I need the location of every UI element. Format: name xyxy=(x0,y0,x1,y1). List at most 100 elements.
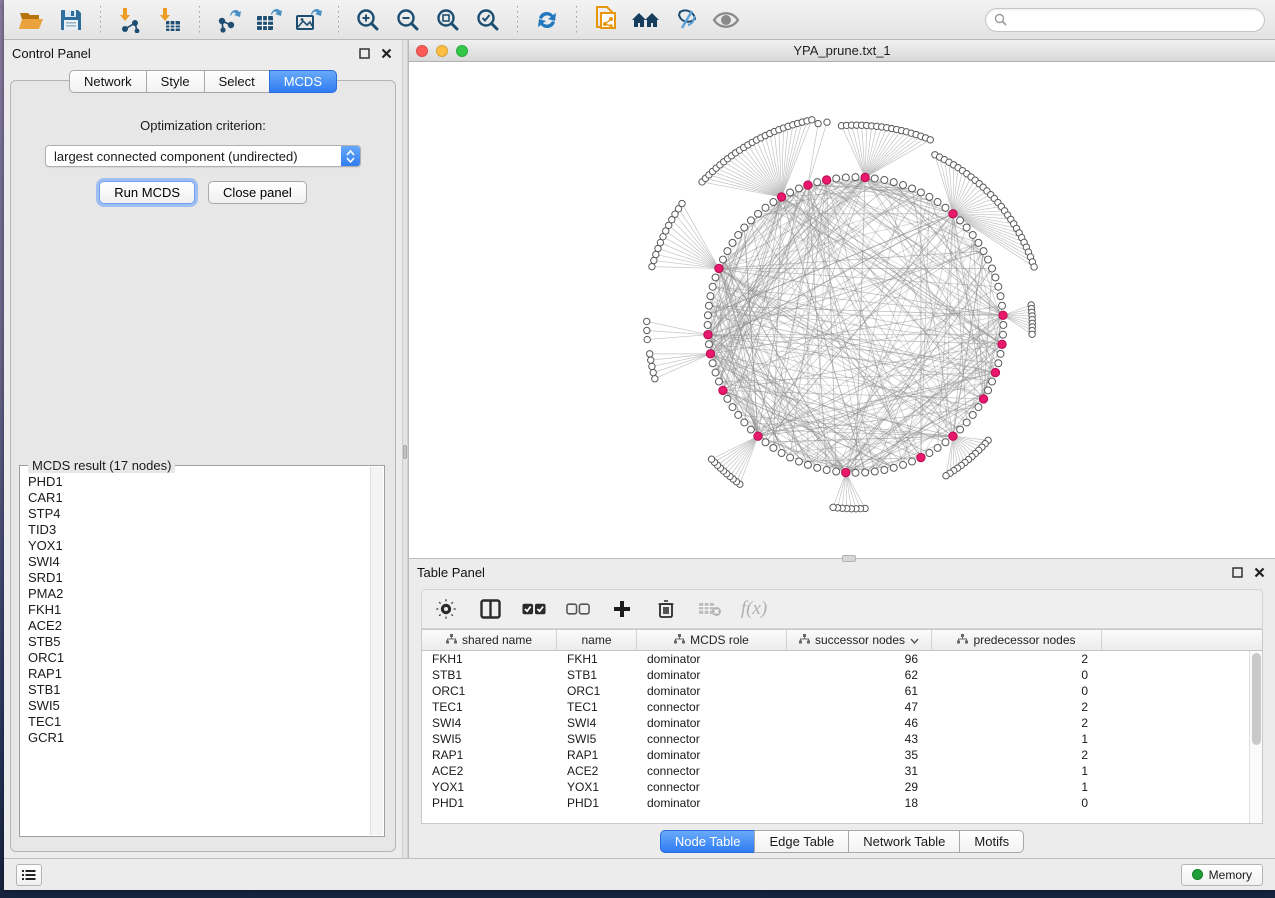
go-home-icon[interactable] xyxy=(629,5,663,35)
horizontal-splitter-grip[interactable] xyxy=(842,555,856,562)
export-table-icon[interactable] xyxy=(252,5,286,35)
network-window-title: YPA_prune.txt_1 xyxy=(409,43,1275,58)
close-panel-button[interactable]: Close panel xyxy=(208,181,307,204)
table-row[interactable]: ACE2ACE2connector311 xyxy=(422,763,1262,779)
mcds-result-item[interactable]: PMA2 xyxy=(22,586,370,602)
table-row[interactable]: SWI5SWI5connector431 xyxy=(422,731,1262,747)
search-field[interactable] xyxy=(985,8,1265,32)
column-header-successor-nodes[interactable]: successor nodes xyxy=(787,630,932,650)
table-row[interactable]: RAP1RAP1dominator352 xyxy=(422,747,1262,763)
zoom-fit-icon[interactable] xyxy=(431,5,465,35)
tab-edge-table[interactable]: Edge Table xyxy=(754,830,848,853)
network-canvas[interactable] xyxy=(409,62,1275,558)
hide-selected-icon[interactable] xyxy=(669,5,703,35)
optimization-criterion-dropdown[interactable]: largest connected component (undirected) xyxy=(45,145,361,167)
table-row[interactable]: YOX1YOX1connector291 xyxy=(422,779,1262,795)
open-file-icon[interactable] xyxy=(14,5,48,35)
show-eye-icon[interactable] xyxy=(709,5,743,35)
table-row[interactable]: FKH1FKH1dominator962 xyxy=(422,651,1262,667)
mcds-result-item[interactable]: CAR1 xyxy=(22,490,370,506)
column-type-icon xyxy=(957,633,968,647)
close-window-icon[interactable] xyxy=(416,45,428,57)
tab-node-table[interactable]: Node Table xyxy=(660,830,755,853)
table-cell: connector xyxy=(637,763,787,779)
close-panel-icon[interactable] xyxy=(378,45,394,61)
table-row[interactable]: SWI4SWI4dominator462 xyxy=(422,715,1262,731)
table-cell xyxy=(1102,683,1262,699)
zoom-out-icon[interactable] xyxy=(391,5,425,35)
main-area: Control Panel Network Style Select MCDS … xyxy=(4,40,1275,858)
splitter-grip[interactable] xyxy=(403,445,407,459)
mcds-result-item[interactable]: GCR1 xyxy=(22,730,370,746)
mcds-result-item[interactable]: STB5 xyxy=(22,634,370,650)
mcds-result-item[interactable]: YOX1 xyxy=(22,538,370,554)
mcds-result-item[interactable]: SWI5 xyxy=(22,698,370,714)
mcds-result-item[interactable]: SWI4 xyxy=(22,554,370,570)
mcds-result-item[interactable]: SRD1 xyxy=(22,570,370,586)
task-history-button[interactable] xyxy=(16,864,42,886)
mcds-result-item[interactable]: PHD1 xyxy=(22,474,370,490)
memory-button[interactable]: Memory xyxy=(1181,864,1263,886)
minimize-window-icon[interactable] xyxy=(436,45,448,57)
zoom-in-icon[interactable] xyxy=(351,5,385,35)
close-table-panel-icon[interactable] xyxy=(1251,564,1267,580)
mcds-buttons: Run MCDS Close panel xyxy=(11,181,395,204)
show-columns-icon[interactable] xyxy=(478,597,502,621)
function-builder-icon[interactable]: f(x) xyxy=(742,597,766,621)
table-scrollbar-thumb[interactable] xyxy=(1252,653,1261,745)
table-cell: ORC1 xyxy=(557,683,637,699)
dropdown-stepper-icon xyxy=(341,145,360,167)
delete-column-icon[interactable] xyxy=(654,597,678,621)
column-header-shared-name[interactable]: shared name xyxy=(422,630,557,650)
control-panel-title: Control Panel xyxy=(12,46,350,61)
right-stack: YPA_prune.txt_1 Table Panel xyxy=(408,40,1275,858)
export-network-icon[interactable] xyxy=(212,5,246,35)
table-row[interactable]: PHD1PHD1dominator180 xyxy=(422,795,1262,811)
tab-mcds[interactable]: MCDS xyxy=(269,70,337,93)
mcds-result-item[interactable]: STP4 xyxy=(22,506,370,522)
import-network-icon[interactable] xyxy=(113,5,147,35)
float-panel-icon[interactable] xyxy=(356,45,372,61)
tab-motifs[interactable]: Motifs xyxy=(959,830,1024,853)
mcds-result-item[interactable]: RAP1 xyxy=(22,666,370,682)
vertical-splitter[interactable] xyxy=(402,40,408,858)
tab-style[interactable]: Style xyxy=(146,70,204,93)
mcds-result-item[interactable]: STB1 xyxy=(22,682,370,698)
column-header-name[interactable]: name xyxy=(557,630,637,650)
table-cell xyxy=(1102,699,1262,715)
select-all-icon[interactable] xyxy=(522,597,546,621)
table-cell: 2 xyxy=(932,747,1102,763)
tab-network-table[interactable]: Network Table xyxy=(848,830,959,853)
new-network-from-selection-icon[interactable] xyxy=(589,5,623,35)
mcds-result-scrollbar[interactable] xyxy=(370,467,383,835)
column-header-MCDS-role[interactable]: MCDS role xyxy=(637,630,787,650)
table-row[interactable]: STB1STB1dominator620 xyxy=(422,667,1262,683)
tab-network[interactable]: Network xyxy=(69,70,146,93)
mcds-result-item[interactable]: FKH1 xyxy=(22,602,370,618)
float-table-panel-icon[interactable] xyxy=(1229,564,1245,580)
table-row[interactable]: ORC1ORC1dominator610 xyxy=(422,683,1262,699)
search-input[interactable] xyxy=(1012,13,1256,27)
save-session-icon[interactable] xyxy=(54,5,88,35)
table-cell: ORC1 xyxy=(422,683,557,699)
add-column-icon[interactable] xyxy=(610,597,634,621)
maximize-window-icon[interactable] xyxy=(456,45,468,57)
deselect-all-icon[interactable] xyxy=(566,597,590,621)
mcds-result-item[interactable]: TEC1 xyxy=(22,714,370,730)
export-image-icon[interactable] xyxy=(292,5,326,35)
table-scrollbar[interactable] xyxy=(1249,651,1262,823)
table-row[interactable]: TEC1TEC1connector472 xyxy=(422,699,1262,715)
run-mcds-button[interactable]: Run MCDS xyxy=(99,181,195,204)
tab-select[interactable]: Select xyxy=(204,70,269,93)
mcds-result-item[interactable]: ORC1 xyxy=(22,650,370,666)
column-header-predecessor-nodes[interactable]: predecessor nodes xyxy=(932,630,1102,650)
mcds-result-item[interactable]: ACE2 xyxy=(22,618,370,634)
zoom-selected-icon[interactable] xyxy=(471,5,505,35)
mcds-result-item[interactable]: TID3 xyxy=(22,522,370,538)
table-settings-gear-icon[interactable] xyxy=(434,597,458,621)
import-table-icon[interactable] xyxy=(153,5,187,35)
table-cell xyxy=(1102,667,1262,683)
mcds-result-list[interactable]: PHD1CAR1STP4TID3YOX1SWI4SRD1PMA2FKH1ACE2… xyxy=(22,474,370,834)
apply-layout-icon[interactable] xyxy=(530,5,564,35)
delete-table-icon[interactable] xyxy=(698,597,722,621)
